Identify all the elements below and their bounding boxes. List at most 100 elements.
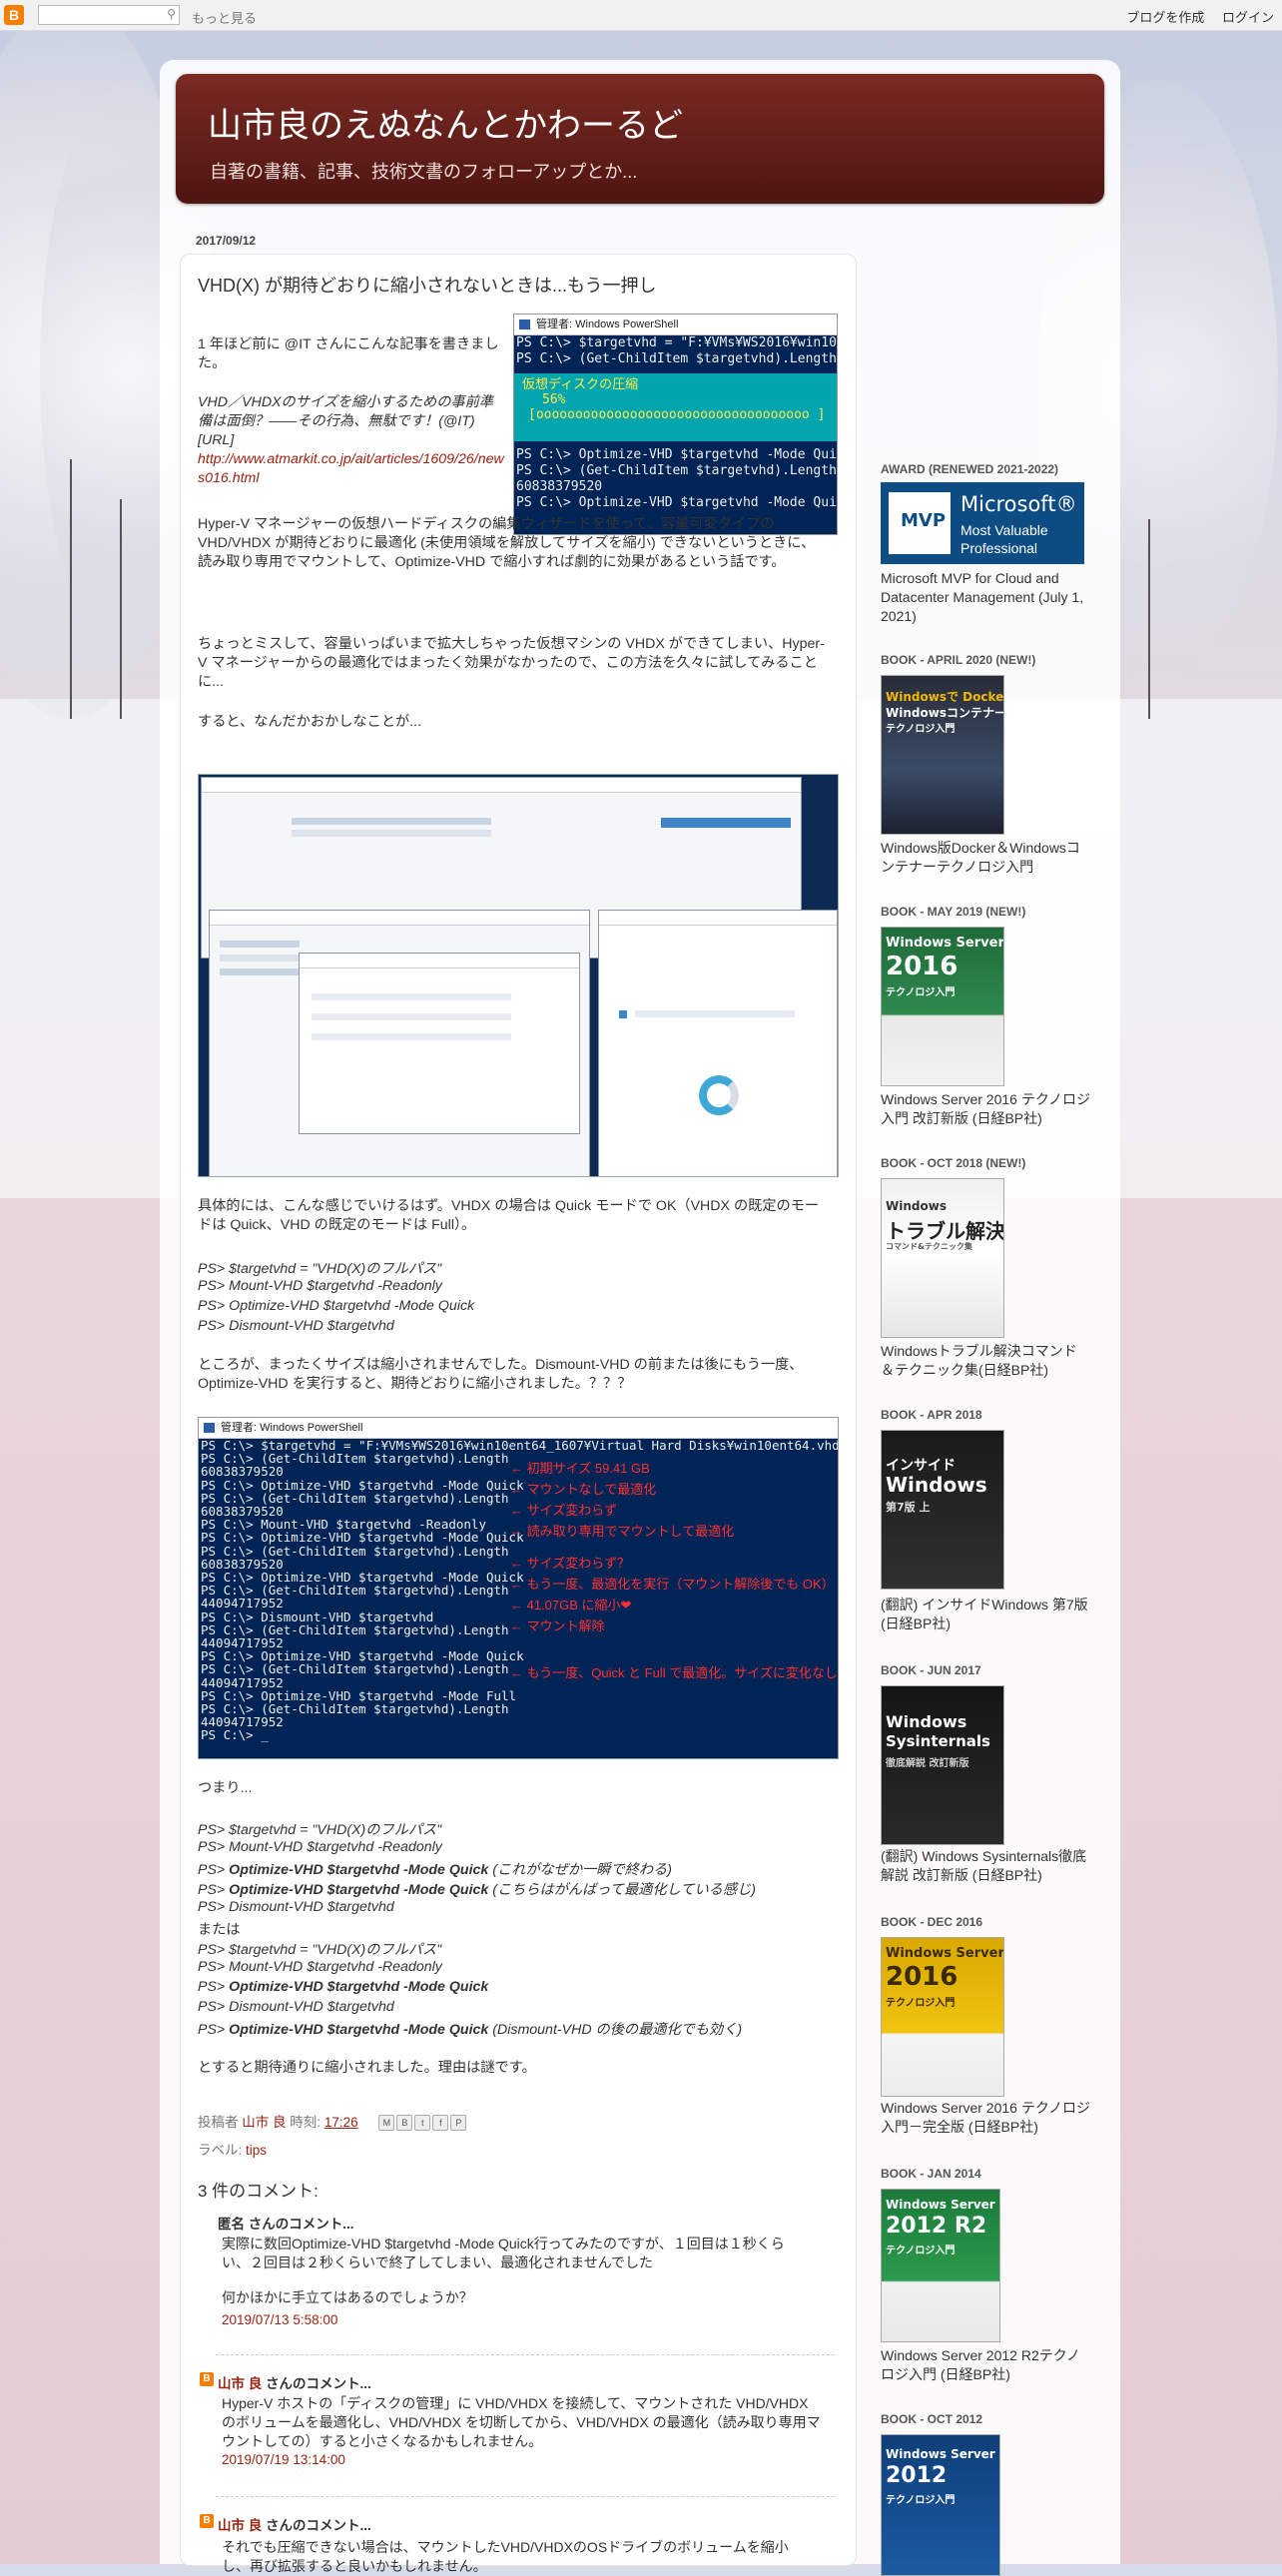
comment-author-link[interactable]: 山市 良 — [218, 2518, 262, 2533]
pinterest-share-icon[interactable]: P — [450, 2115, 467, 2132]
window-titlebar — [300, 954, 579, 968]
cmd-prefix: PS> — [198, 1862, 230, 1878]
cover-text: Windows — [886, 1199, 947, 1213]
email-share-icon[interactable]: M — [378, 2115, 395, 2132]
list-row — [292, 818, 491, 825]
cmd-note: (Dismount-VHD の後の最適化でも効く) — [488, 2022, 743, 2038]
comment-body: Hyper-V ホストの「ディスクの管理」に VHD/VHDX を接続して、マウ… — [222, 2395, 821, 2449]
post-time-link[interactable]: 17:26 — [324, 2115, 358, 2130]
book-heading: BOOK - DEC 2016 — [881, 1915, 983, 1929]
list-row — [312, 1013, 511, 1020]
cmd-note: (これがなぜか一瞬で終わる) — [488, 1862, 672, 1878]
ps-line: PS C:\> (Get-ChildItem $targetvhd).Lengt… — [201, 1701, 509, 1717]
cover-text: インサイド — [886, 1458, 956, 1474]
ps-line: PS C:\> (Get-ChildItem $targetvhd).Lengt… — [516, 351, 837, 366]
hyperv-screenshot[interactable] — [198, 774, 839, 1177]
twitter-share-icon[interactable]: t — [414, 2115, 431, 2132]
book-cover-image[interactable]: Windows トラブル解決 コマンド&テクニック集 — [881, 1178, 1004, 1338]
blogger-navbar: B ⚲ もっと見る ブログを作成 ログイン — [0, 0, 1282, 31]
label-link[interactable]: tips — [246, 2143, 267, 2158]
mvp-badge-image[interactable]: MVP Microsoft® Most Valuable Professiona… — [881, 482, 1084, 564]
ps-line: 60838379520 — [516, 479, 603, 494]
book-title-text: (翻訳) Windows Sysinternals徹底解説 改訂新版 (日経BP… — [881, 1848, 1087, 1883]
command-line: PS> $targetvhd = "VHD(X)のフルパス" — [198, 1942, 442, 1958]
progress-bar: [ooooooooooooooooooooooooooooooooooo ] — [528, 407, 826, 422]
blogthis-share-icon[interactable]: B — [396, 2115, 413, 2132]
cmd-bold: Optimize-VHD $targetvhd -Mode Quick — [229, 1862, 489, 1878]
navbar-more-link[interactable]: もっと見る — [192, 8, 257, 27]
comment-author-link[interactable]: 山市 良 — [218, 2376, 262, 2391]
cmd-prefix: PS> — [198, 1882, 230, 1898]
book-cover-image[interactable]: インサイド Windows 第7版 上 — [881, 1430, 1004, 1590]
command-line: PS> Optimize-VHD $targetvhd -Mode Quick — [198, 1979, 488, 1995]
cover-text: 2016 — [886, 1962, 959, 1992]
login-link[interactable]: ログイン — [1222, 10, 1274, 25]
comment-separator — [216, 2354, 835, 2355]
cover-text: 2012 — [886, 2463, 948, 2488]
comment-date-link[interactable]: 2019/07/13 5:58:00 — [222, 2312, 337, 2327]
blog-header: 山市良のえぬなんとかわーるど 自著の書籍、記事、技術文書のフォローアップとか..… — [176, 74, 1104, 204]
book-heading: BOOK - APR 2018 — [881, 1408, 982, 1422]
cover-text: Windowsで Docker — [886, 690, 1004, 704]
progress-percent: 56% — [542, 392, 566, 407]
list-row — [635, 1010, 795, 1017]
powershell-screenshot-2[interactable]: 管理者: Windows PowerShell PS C:\> $targetv… — [198, 1417, 839, 1759]
mvp-line: Professional — [961, 540, 1038, 556]
cmd-bold: Optimize-VHD $targetvhd -Mode Quick — [229, 1979, 489, 1995]
comment-separator — [216, 2496, 835, 2497]
comment-author-suffix: さんのコメント... — [262, 2376, 371, 2391]
cover-text: コマンド&テクニック集 — [886, 1242, 972, 1251]
ps-line: PS C:\> $targetvhd = "F:¥VMs¥WS2016¥win1… — [516, 335, 837, 350]
create-blog-link[interactable]: ブログを作成 — [1126, 10, 1204, 25]
author-link[interactable]: 山市 良 — [242, 2115, 286, 2130]
command-line: PS> Optimize-VHD $targetvhd -Mode Quick — [198, 1298, 475, 1314]
book-cover-image[interactable]: Windows Server 2016 テクノロジ入門 — [881, 927, 1004, 1086]
book-cover-image[interactable]: Windows Sysinternals 徹底解説 改訂新版 — [881, 1685, 1004, 1845]
comment-body: 実際に数回Optimize-VHD $targetvhd -Mode Quick… — [222, 2236, 785, 2270]
post-title[interactable]: VHD(X) が期待どおりに縮小されないときは...もう一押し — [198, 272, 656, 298]
mvp-logo-text: MVP — [901, 510, 947, 531]
progress-title: 仮想ディスクの圧縮 — [522, 377, 639, 392]
book-cover-image[interactable]: Windowsで Docker Windowsコンテナー テクノロジ入門 — [881, 675, 1004, 835]
book-cover-image[interactable]: Windows Server 2016 テクノロジ入門 — [881, 1937, 1004, 2097]
book-title-text: Windowsトラブル解決コマンド＆テクニック集(日経BP社) — [881, 1343, 1077, 1378]
cover-text: 第7版 上 — [886, 1501, 931, 1514]
cover-text: Windows — [886, 1473, 987, 1497]
cover-text: 2012 R2 — [886, 2214, 987, 2239]
blogger-profile-icon[interactable]: B — [200, 2514, 214, 2528]
mvp-brand: Microsoft® — [961, 492, 1077, 516]
blogger-logo-icon[interactable]: B — [4, 5, 24, 25]
post-paragraph: 具体的には、こんな感じでいけるはず。VHDX の場合は Quick モードで O… — [198, 1198, 820, 1233]
comment-author-name: 匿名 — [218, 2217, 245, 2232]
comment-date-link[interactable]: 2019/07/19 13:14:00 — [222, 2452, 345, 2467]
command-line: PS> Dismount-VHD $targetvhd — [198, 1899, 394, 1915]
post-paragraph: ちょっとミスして、容量いっぱいまで拡大しちゃった仮想マシンの VHDX ができて… — [198, 636, 825, 690]
quote-link[interactable]: http://www.atmarkit.co.jp/ait/articles/1… — [198, 451, 504, 486]
post-date: 2017/09/12 — [196, 234, 257, 248]
navbar-search-input[interactable]: ⚲ — [38, 5, 180, 25]
list-row — [312, 1033, 511, 1040]
post-quote: VHD／VHDXのサイズを縮小するための事前準備は面倒？――その行為、無駄です！… — [198, 393, 507, 488]
facebook-share-icon[interactable]: f — [432, 2115, 449, 2132]
used-space-swatch — [619, 1010, 627, 1018]
cover-text: Windows Server — [886, 2447, 995, 2461]
command-line: PS> Dismount-VHD $targetvhd — [198, 1318, 394, 1334]
powershell-screenshot-1[interactable]: 管理者: Windows PowerShell PS C:\> $targetv… — [513, 314, 838, 535]
book-title-text: (翻訳) インサイドWindows 第7版 (日経BP社) — [881, 1597, 1088, 1631]
ps-line: PS C:\> (Get-ChildItem $targetvhd).Lengt… — [516, 463, 837, 478]
blog-description: 自著の書籍、記事、技術文書のフォローアップとか... — [210, 162, 638, 182]
book-cover-image[interactable]: Windows Server 2012 R2 テクノロジ入門 — [881, 2189, 1000, 2342]
annotation: ← もう一度、最適化を実行（マウント解除後でも OK） — [510, 1577, 835, 1592]
disk-usage-chart — [699, 1075, 739, 1115]
list-row — [312, 993, 511, 1000]
blogger-profile-icon[interactable]: B — [200, 2372, 214, 2386]
blog-title[interactable]: 山市良のえぬなんとかわーるど — [208, 98, 683, 147]
comment-author: 匿名 さんのコメント... — [218, 2213, 354, 2233]
book-cover-image[interactable]: Windows Server 2012 テクノロジ入門 — [881, 2434, 1000, 2576]
book-heading: BOOK - JUN 2017 — [881, 1663, 981, 1677]
book-title-text: Windows版Docker＆Windowsコンテナーテクノロジ入門 — [881, 840, 1080, 875]
annotation: ← サイズ変わらず — [510, 1503, 617, 1518]
search-icon[interactable]: ⚲ — [167, 7, 176, 21]
post-footer-meta: 投稿者 山市 良 時刻: 17:26 MBtfP — [198, 2111, 467, 2132]
post-paragraph: ところが、まったくサイズは縮小されませんでした。Dismount-VHD の前ま… — [198, 1357, 804, 1392]
